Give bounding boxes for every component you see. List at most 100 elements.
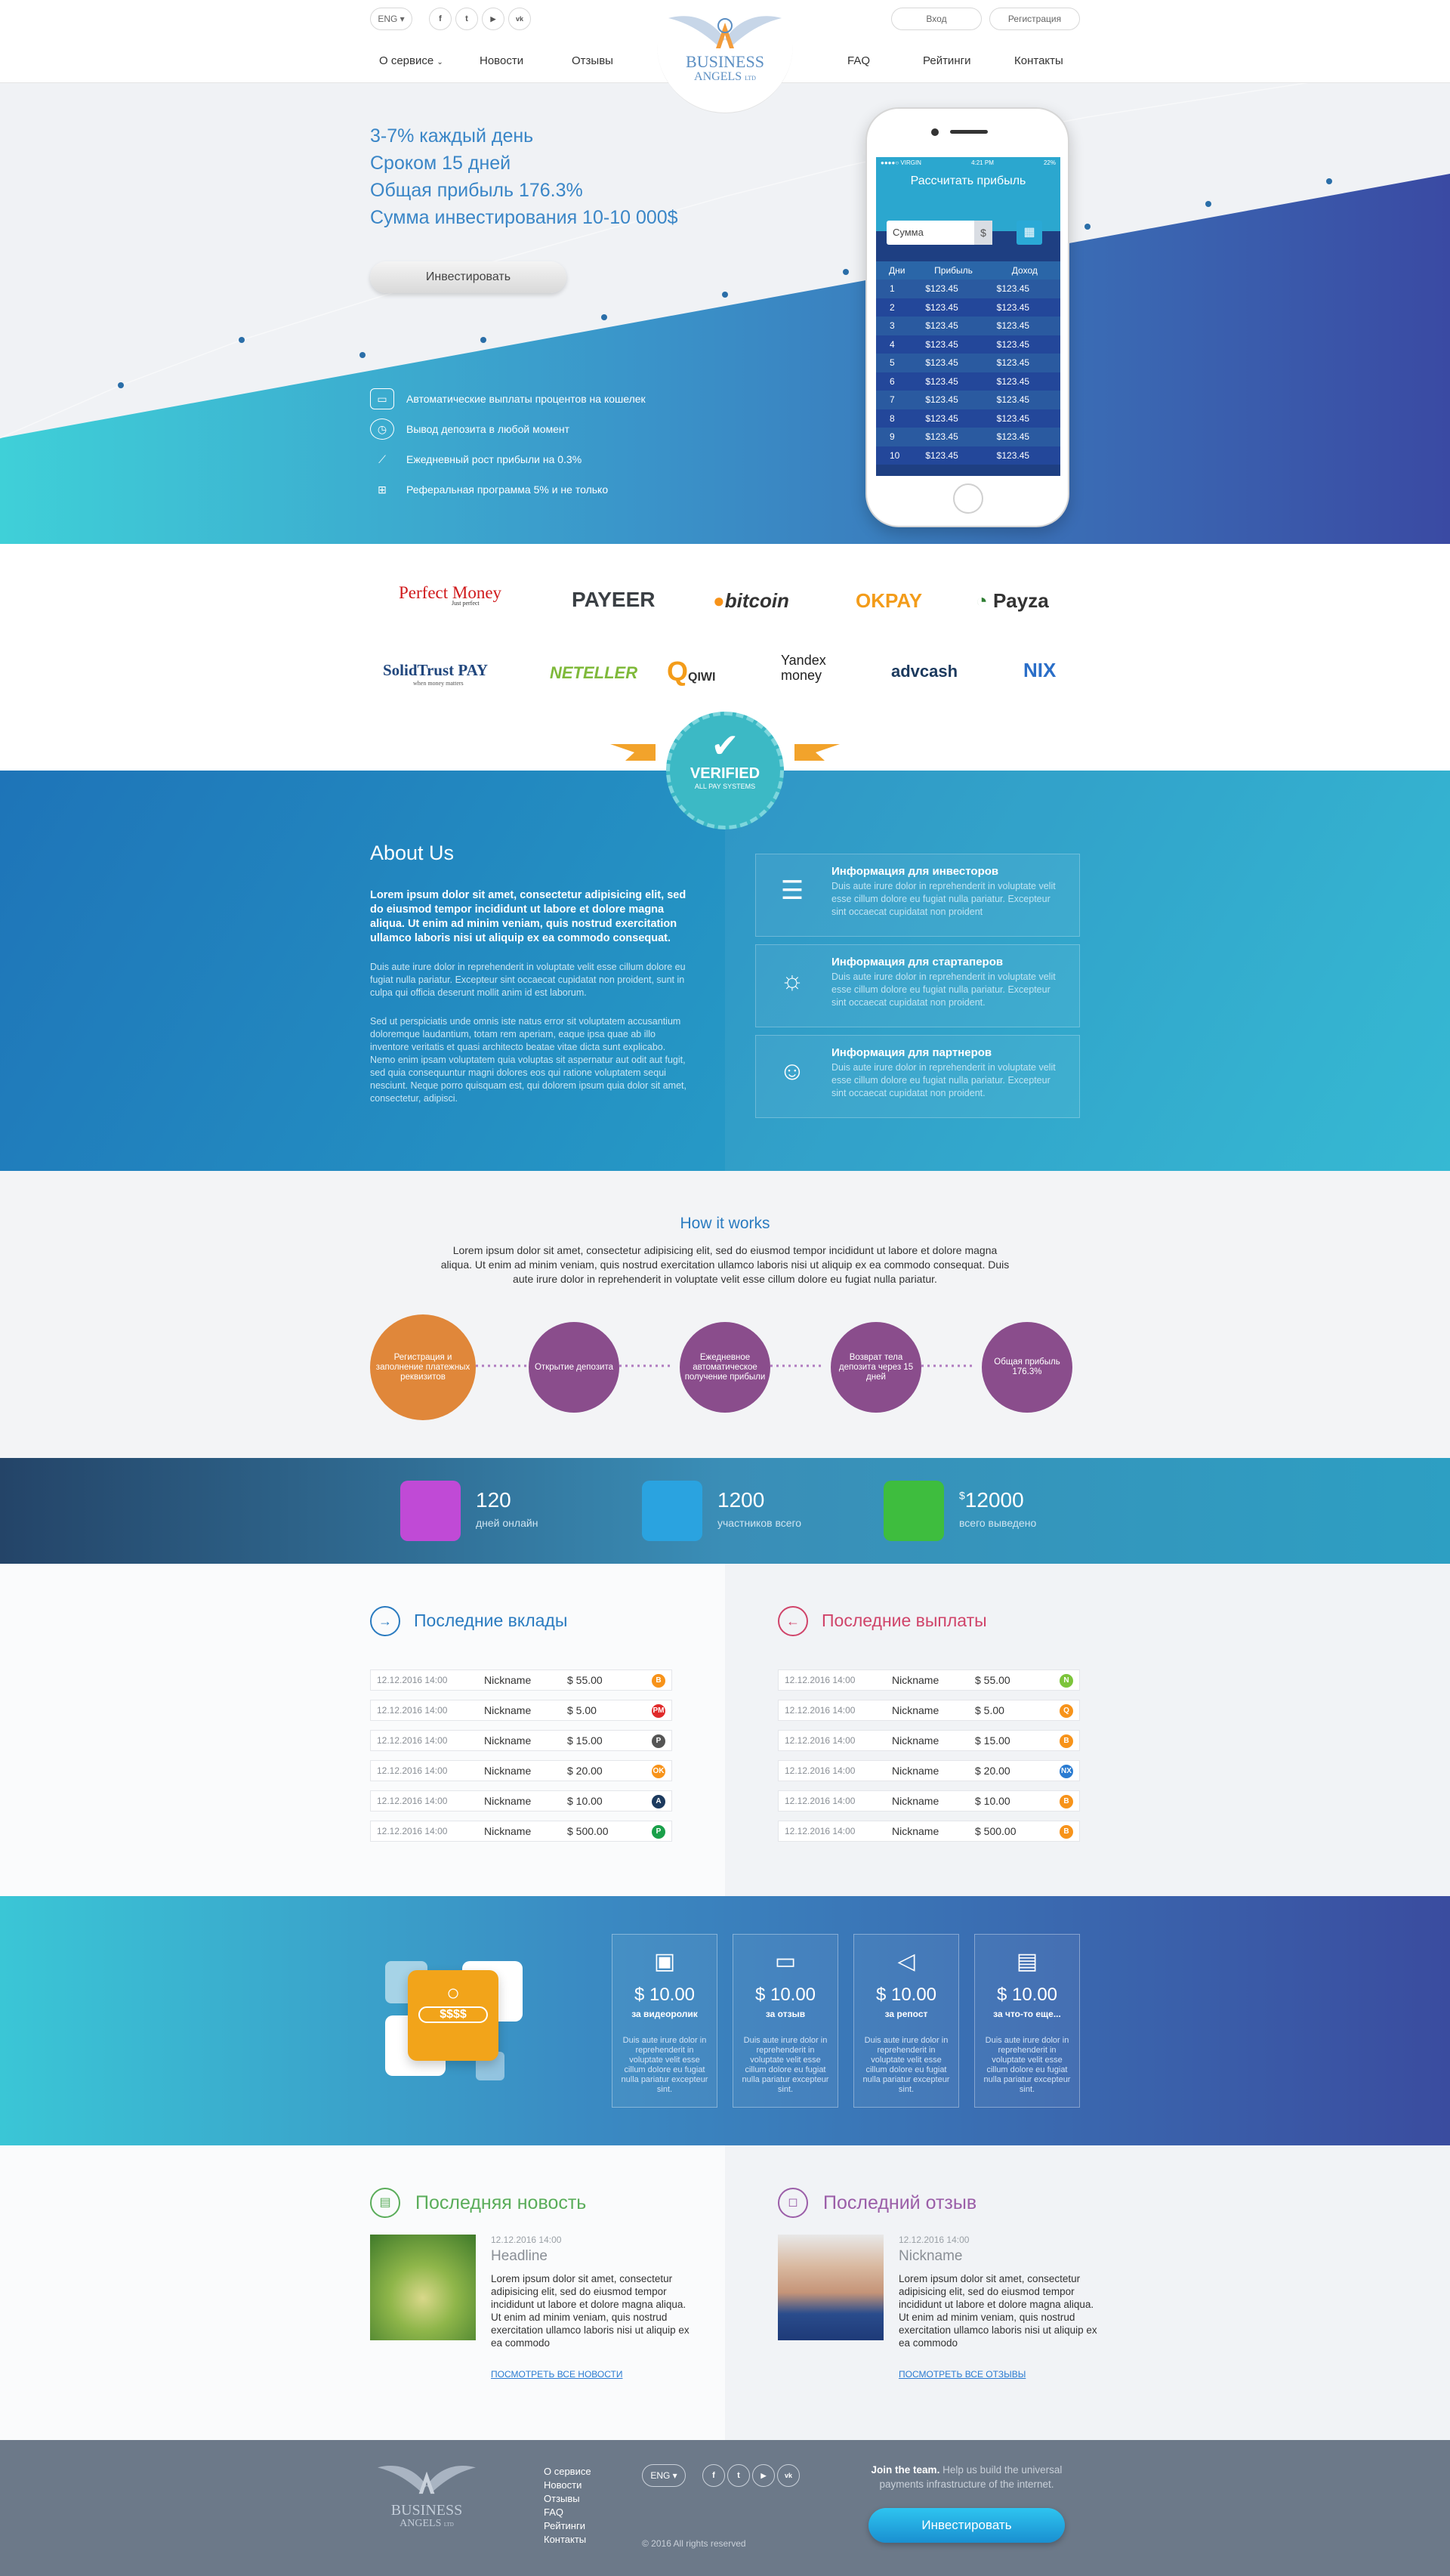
startup-info-card[interactable]: ☼ Информация для стартаперов Duis aute i… xyxy=(755,944,1080,1027)
hero-invest-button[interactable]: Инвестировать xyxy=(370,261,566,293)
hero-section: 3-7% каждый день Сроком 15 дней Общая пр… xyxy=(0,83,1450,544)
twitter-icon[interactable]: t xyxy=(455,8,478,30)
calculator-title: Рассчитать прибыль xyxy=(910,175,1026,187)
profit-row: 10 $123.45 $123.45 xyxy=(876,446,1060,465)
row-nickname: Nickname xyxy=(892,1825,939,1837)
deposits-title: Последние вклады xyxy=(414,1611,568,1630)
login-button[interactable]: Вход xyxy=(891,8,982,30)
vk-icon[interactable]: vk xyxy=(508,8,531,30)
facebook-icon[interactable]: f xyxy=(429,8,452,30)
nav-faq[interactable]: FAQ xyxy=(847,54,870,67)
okpay-logo: OKPAY xyxy=(856,589,923,612)
advcash-logo: advcash xyxy=(891,662,958,681)
step-deposit-return: Возврат тела депозита через 15 дней xyxy=(831,1322,921,1413)
payout-arrow-icon: ← xyxy=(778,1606,808,1636)
nav-reviews[interactable]: Отзывы xyxy=(572,54,613,67)
about-title: About Us xyxy=(370,842,455,864)
news-headline[interactable]: Headline xyxy=(491,2248,548,2265)
angel-wings-icon xyxy=(668,16,782,48)
row-nickname: Nickname xyxy=(484,1734,532,1747)
footer-nav-reviews[interactable]: Отзывы xyxy=(544,2493,580,2504)
megaphone-icon: ◁ xyxy=(897,1949,915,1974)
clock-icon: ◷ xyxy=(370,419,394,440)
row-date: 12.12.2016 14:00 xyxy=(377,1735,448,1746)
row-date: 12.12.2016 14:00 xyxy=(785,1826,856,1836)
all-news-link[interactable]: ПОСМОТРЕТЬ ВСЕ НОВОСТИ xyxy=(491,2369,622,2380)
hero-line-profit: Общая прибыль 176.3% xyxy=(370,180,583,201)
youtube-icon[interactable]: ▶ xyxy=(752,2464,775,2487)
language-selector[interactable]: ENG ▾ xyxy=(370,8,412,30)
footer-nav-news[interactable]: Новости xyxy=(544,2479,582,2491)
nav-about[interactable]: О сервисе ⌄ xyxy=(379,54,443,67)
row-amount: $ 20.00 xyxy=(567,1765,603,1777)
row-amount: $ 55.00 xyxy=(975,1674,1010,1686)
about-paragraph: Sed ut perspiciatis unde omnis iste natu… xyxy=(370,1016,686,1104)
review-date: 12.12.2016 14:00 xyxy=(899,2235,970,2245)
checkmark-icon: ✔ xyxy=(711,727,739,764)
earn-card-review[interactable]: ▭ $ 10.00 за отзыв Duis aute irure dolor… xyxy=(733,1934,838,2108)
feature-item: ⊞ Реферальная программа 5% и не только xyxy=(370,479,608,500)
footer-nav-contacts[interactable]: Контакты xyxy=(544,2534,586,2545)
transactions-section: → Последние вклады ← Последние выплаты 1… xyxy=(0,1564,1450,1896)
gift-icon: ▤ xyxy=(1016,1949,1038,1974)
row-date: 12.12.2016 14:00 xyxy=(785,1765,856,1776)
copyright: © 2016 All rights reserved xyxy=(642,2538,746,2549)
deposit-row: 12.12.2016 14:00 Nickname $ 500.00 P xyxy=(370,1821,672,1842)
footer-nav-about[interactable]: О сервисе xyxy=(544,2466,591,2477)
partner-info-card[interactable]: ☺ Информация для партнеров Duis aute iru… xyxy=(755,1035,1080,1118)
footer-nav-faq[interactable]: FAQ xyxy=(544,2507,563,2518)
footer-invest-button[interactable]: Инвестировать xyxy=(868,2508,1065,2543)
earn-card-video[interactable]: ▣ $ 10.00 за видеоролик Duis aute irure … xyxy=(612,1934,717,2108)
register-button[interactable]: Регистрация xyxy=(989,8,1080,30)
profit-row: 3 $123.45 $123.45 xyxy=(876,317,1060,335)
row-amount: $ 5.00 xyxy=(975,1704,1004,1716)
how-title: How it works xyxy=(680,1215,770,1232)
footer-language-selector[interactable]: ENG ▾ xyxy=(642,2464,686,2487)
money-stack-icon xyxy=(884,1481,944,1541)
speech-bubble-icon: ◻ xyxy=(778,2188,808,2218)
payout-row: 12.12.2016 14:00 Nickname $ 10.00 B xyxy=(778,1790,1080,1812)
profit-row: 6 $123.45 $123.45 xyxy=(876,372,1060,391)
video-camera-icon: ▣ xyxy=(653,1949,676,1974)
profit-row: 5 $123.45 $123.45 xyxy=(876,354,1060,372)
feature-item: ▭ Автоматические выплаты процентов на кош… xyxy=(370,388,646,409)
profit-table-grid: Дни Прибыль Доход 1 $123.45 $123.45 2 $123.4… xyxy=(876,261,1060,465)
deposit-row: 12.12.2016 14:00 Nickname $ 20.00 OK xyxy=(370,1760,672,1781)
reviewer-avatar[interactable] xyxy=(778,2235,884,2340)
hero-line-term: Сроком 15 дней xyxy=(370,153,511,174)
row-amount: $ 500.00 xyxy=(567,1825,609,1837)
earn-card-repost[interactable]: ◁ $ 10.00 за репост Duis aute irure dolo… xyxy=(853,1934,959,2108)
vk-icon[interactable]: vk xyxy=(777,2464,800,2487)
footer-logo[interactable]: BUSINESS ANGELS LTD xyxy=(370,2460,483,2530)
calculator-icon[interactable]: ▦ xyxy=(1017,221,1042,245)
payment-system-icon: N xyxy=(1060,1674,1073,1688)
news-text: Lorem ipsum dolor sit amet, consectetur … xyxy=(491,2273,690,2349)
review-section-title: Последний отзыв xyxy=(823,2192,977,2213)
deposit-arrow-icon: → xyxy=(370,1606,400,1636)
calculator-screen: ●●●●○ VIRGIN 4:21 PM 22% Рассчитать приб… xyxy=(876,157,1060,476)
chevron-down-icon: ⌄ xyxy=(437,58,443,66)
row-amount: $ 10.00 xyxy=(975,1795,1010,1807)
profit-row: 1 $123.45 $123.45 xyxy=(876,280,1060,298)
all-reviews-link[interactable]: ПОСМОТРЕТЬ ВСЕ ОТЗЫВЫ xyxy=(899,2369,1026,2380)
nav-contacts[interactable]: Контакты xyxy=(1014,54,1063,67)
payout-row: 12.12.2016 14:00 Nickname $ 5.00 Q xyxy=(778,1700,1080,1721)
people-icon: ☺ xyxy=(779,1057,806,1086)
nav-news[interactable]: Новости xyxy=(480,54,523,67)
site-footer: BUSINESS ANGELS LTD О сервисе Новости От… xyxy=(0,2440,1450,2576)
row-date: 12.12.2016 14:00 xyxy=(377,1675,448,1685)
facebook-icon[interactable]: f xyxy=(702,2464,725,2487)
nav-ratings[interactable]: Рейтинги xyxy=(923,54,970,67)
amount-input[interactable]: Сумма $ xyxy=(887,221,992,245)
deposit-row: 12.12.2016 14:00 Nickname $ 5.00 PM xyxy=(370,1700,672,1721)
twitter-icon[interactable]: t xyxy=(727,2464,750,2487)
investor-info-card[interactable]: ☰ Информация для инвесторов Duis aute ir… xyxy=(755,854,1080,937)
payment-system-icon: A xyxy=(652,1795,665,1808)
perfect-money-logo: Perfect Money Just perfect xyxy=(399,583,502,607)
logo-subtitle: ANGELS LTD xyxy=(694,70,756,83)
footer-nav-ratings[interactable]: Рейтинги xyxy=(544,2520,585,2531)
news-thumbnail[interactable] xyxy=(370,2235,476,2340)
row-nickname: Nickname xyxy=(484,1704,532,1716)
youtube-icon[interactable]: ▶ xyxy=(482,8,504,30)
earn-card-other[interactable]: ▤ $ 10.00 за что-то еще... Duis aute iru… xyxy=(974,1934,1080,2108)
